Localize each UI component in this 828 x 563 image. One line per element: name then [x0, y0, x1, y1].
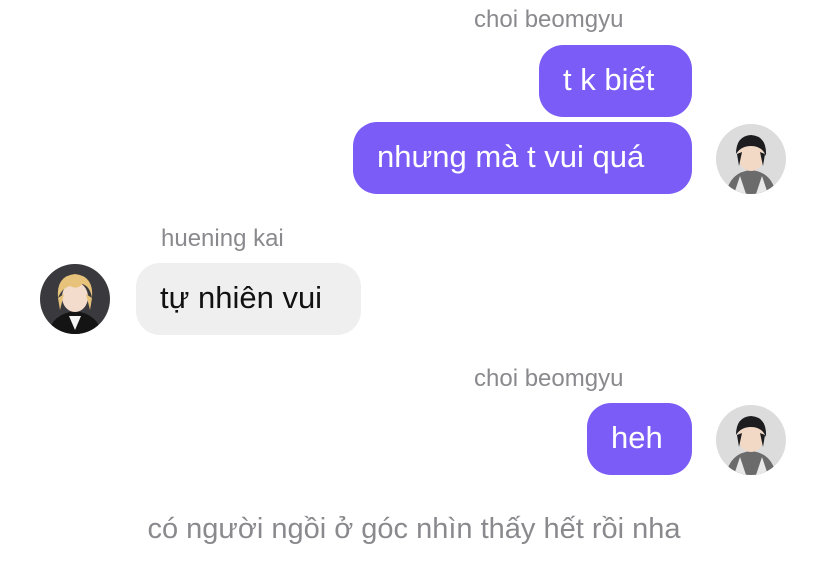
- avatar-image: [40, 264, 110, 334]
- message-text: tự nhiên vui: [160, 280, 323, 315]
- avatar-image: [716, 124, 786, 194]
- message-bubble-outgoing[interactable]: t k biết: [539, 45, 692, 117]
- avatar-image: [716, 405, 786, 475]
- message-text: t k biết: [563, 62, 655, 97]
- message-text: nhưng mà t vui quá: [377, 139, 645, 174]
- avatar-choi-beomgyu[interactable]: [716, 405, 786, 475]
- message-bubble-outgoing[interactable]: heh: [587, 403, 692, 475]
- sender-name: choi beomgyu: [474, 365, 624, 392]
- sender-name: choi beomgyu: [474, 6, 624, 33]
- message-bubble-outgoing[interactable]: nhưng mà t vui quá: [353, 122, 692, 194]
- avatar-choi-beomgyu[interactable]: [716, 124, 786, 194]
- sender-name: huening kai: [161, 225, 284, 252]
- system-notice: có người ngồi ở góc nhìn thấy hết rồi nh…: [147, 513, 681, 545]
- message-bubble-incoming[interactable]: tự nhiên vui: [136, 263, 361, 335]
- message-text: heh: [611, 420, 663, 455]
- avatar-huening-kai[interactable]: [40, 264, 110, 334]
